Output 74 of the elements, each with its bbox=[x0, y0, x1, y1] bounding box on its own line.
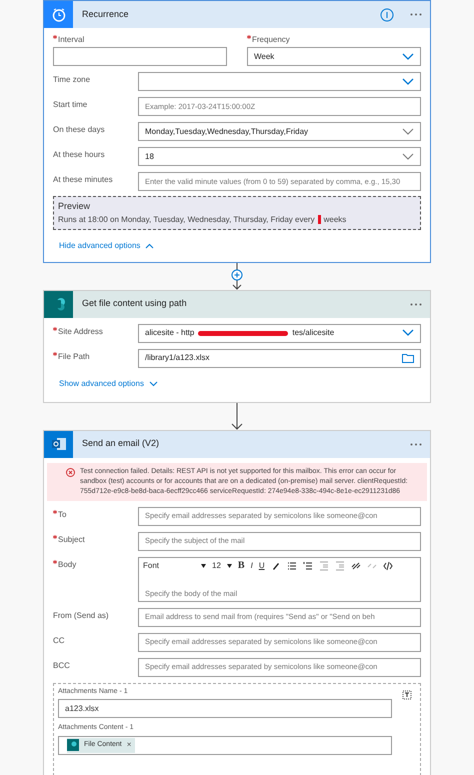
dropdown-field[interactable]: Monday,Tuesday,Wednesday,Thursday,Friday bbox=[138, 122, 421, 141]
font-dropdown[interactable]: Font bbox=[143, 560, 195, 572]
field-label: Frequency bbox=[247, 34, 290, 46]
preview-title: Preview bbox=[58, 200, 92, 213]
field-label: File Path bbox=[53, 348, 138, 362]
input-field[interactable] bbox=[53, 47, 227, 66]
field-value: tes/alicesite bbox=[292, 327, 334, 339]
bold-button[interactable]: B bbox=[238, 558, 245, 573]
chevron-down-icon[interactable] bbox=[148, 380, 158, 386]
chevron-down-icon bbox=[402, 128, 414, 136]
field-label: Site Address bbox=[53, 324, 138, 338]
required-icon bbox=[53, 510, 57, 514]
token-app-icon bbox=[67, 739, 79, 751]
field-label: Interval bbox=[53, 34, 84, 46]
required-icon bbox=[53, 560, 57, 564]
bulleted-list-icon[interactable] bbox=[286, 560, 297, 570]
font-size-dropdown[interactable]: 12 bbox=[212, 560, 221, 572]
caret-icon bbox=[226, 564, 232, 568]
chevron-down-icon bbox=[402, 78, 414, 86]
field-label: At these hours bbox=[53, 149, 106, 161]
required-icon bbox=[53, 352, 57, 356]
more-options-icon[interactable] bbox=[410, 13, 422, 16]
app-icon bbox=[44, 290, 73, 318]
chevron-down-icon bbox=[402, 152, 414, 160]
field-label: Body bbox=[53, 556, 138, 570]
more-options-icon[interactable] bbox=[410, 442, 422, 446]
field-value: /library1/a123.xlsx bbox=[145, 352, 210, 364]
card-title: Get file content using path bbox=[82, 297, 188, 310]
preview-text: Runs at 18:00 on Monday, Tuesday, Wednesday, Thursday, Friday every bbox=[58, 214, 315, 226]
field-label: Start time bbox=[53, 99, 88, 111]
dropdown-field[interactable]: 18 bbox=[138, 147, 421, 166]
field-value: a123.xlsx bbox=[65, 702, 99, 714]
more-options-icon[interactable] bbox=[410, 302, 422, 306]
error-icon bbox=[66, 468, 75, 476]
pen-icon[interactable] bbox=[270, 560, 281, 570]
chevron-down-icon bbox=[402, 52, 414, 60]
field-value: Monday,Tuesday,Wednesday,Thursday,Friday bbox=[145, 126, 308, 138]
down-arrow-icon bbox=[231, 402, 243, 430]
advanced-options-link[interactable]: Show advanced options bbox=[59, 378, 144, 390]
field-label: BCC bbox=[53, 660, 71, 672]
input-field[interactable]: a123.xlsx bbox=[58, 699, 392, 718]
code-icon[interactable] bbox=[382, 560, 393, 570]
required-icon bbox=[53, 35, 57, 39]
underline-button[interactable]: U bbox=[258, 560, 265, 572]
field-label: On these days bbox=[53, 124, 106, 136]
field-label: From (Send as) bbox=[53, 610, 110, 622]
chevron-up-icon[interactable] bbox=[145, 242, 154, 248]
folder-icon bbox=[402, 353, 414, 363]
numbered-list-icon[interactable] bbox=[302, 560, 313, 570]
caret-icon bbox=[201, 564, 206, 568]
field-label: CC bbox=[53, 634, 66, 646]
field-value: 18 bbox=[145, 150, 154, 162]
field-label: Subject bbox=[53, 532, 138, 546]
required-icon bbox=[53, 534, 57, 538]
required-icon bbox=[247, 35, 251, 39]
input-field[interactable]: /library1/a123.xlsx bbox=[138, 348, 421, 368]
required-icon bbox=[53, 326, 57, 330]
dropdown-field[interactable]: Week bbox=[247, 47, 421, 66]
info-icon bbox=[380, 8, 394, 22]
preview-text: weeks bbox=[324, 214, 346, 226]
dropdown-field[interactable]: alicesite - http tes/alicesite bbox=[138, 324, 421, 342]
advanced-options-link[interactable]: Hide advanced options bbox=[59, 240, 140, 252]
field-label: To bbox=[53, 506, 138, 520]
field-value: alicesite - http bbox=[145, 327, 194, 339]
field-value: Week bbox=[254, 50, 274, 62]
remove-token-button[interactable]: × bbox=[126, 739, 132, 751]
card-title: Recurrence bbox=[82, 8, 130, 21]
field-label: At these minutes bbox=[53, 174, 114, 186]
italic-button[interactable]: I bbox=[250, 560, 253, 572]
chevron-down-icon bbox=[402, 329, 414, 337]
card-title: Send an email (V2) bbox=[82, 437, 160, 450]
field-label: Time zone bbox=[53, 74, 92, 86]
dropdown-field[interactable] bbox=[138, 72, 421, 91]
redaction-mark bbox=[318, 215, 321, 224]
